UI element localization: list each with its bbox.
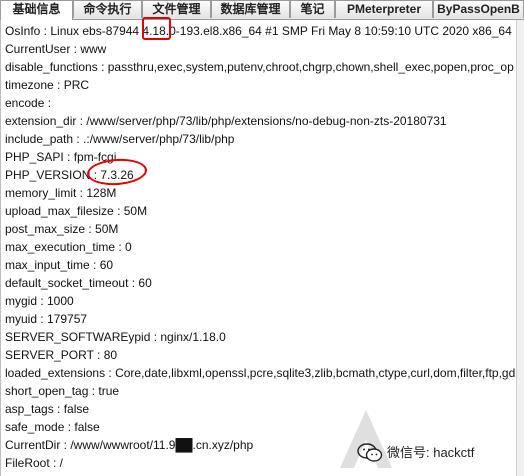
info-line-file-root: FileRoot : / xyxy=(5,456,64,470)
info-line-max-input-time: max_input_time : 60 xyxy=(5,258,114,272)
info-panel[interactable]: OsInfo : Linux ebs-87944 4.18.0-193.el8.… xyxy=(0,20,518,476)
tab-file-manager[interactable]: 文件管理 xyxy=(142,0,211,18)
info-line-safe-mode: safe_mode : false xyxy=(5,420,100,434)
info-line-osinfo: OsInfo : Linux ebs-87944 4.18.0-193.el8.… xyxy=(5,24,512,38)
tab-basic-info[interactable]: 基础信息 xyxy=(0,0,73,20)
info-line-encode: encode : xyxy=(5,96,52,110)
info-line-upload-max-filesize: upload_max_filesize : 50M xyxy=(5,204,148,218)
info-line-extension-dir: extension_dir : /www/server/php/73/lib/p… xyxy=(5,114,447,128)
info-line-memory-limit: memory_limit : 128M xyxy=(5,186,117,200)
tab-notes[interactable]: 笔记 xyxy=(290,0,335,18)
info-line-default-socket-timeout: default_socket_timeout : 60 xyxy=(5,276,152,290)
wechat-icon xyxy=(357,443,383,462)
info-line-current-user: CurrentUser : www xyxy=(5,42,107,56)
wechat-watermark: 微信号: hackctf xyxy=(357,442,475,464)
info-line-current-dir: CurrentDir : /www/wwwroot/11.9██.cn.xyz/… xyxy=(5,438,254,452)
info-line-include-path: include_path : .:/www/server/php/73/lib/… xyxy=(5,132,235,146)
info-line-asp-tags: asp_tags : false xyxy=(5,402,90,416)
info-line-server-port: SERVER_PORT : 80 xyxy=(5,348,118,362)
info-line-post-max-size: post_max_size : 50M xyxy=(5,222,119,236)
info-line-loaded-extensions: loaded_extensions : Core,date,libxml,ope… xyxy=(5,366,516,380)
tab-database-manager[interactable]: 数据库管理 xyxy=(211,0,290,18)
tab-bar: 基础信息 命令执行 文件管理 数据库管理 笔记 PMeterpreter ByP… xyxy=(0,0,524,20)
info-line-max-execution-time: max_execution_time : 0 xyxy=(5,240,132,254)
info-line-timezone: timezone : PRC xyxy=(5,78,90,92)
wechat-id-text: 微信号: hackctf xyxy=(387,445,475,460)
info-line-server-software: SERVER_SOFTWAREypid : nginx/1.18.0 xyxy=(5,330,226,344)
vertical-scrollbar[interactable] xyxy=(516,20,524,476)
tab-command-exec[interactable]: 命令执行 xyxy=(73,0,142,18)
info-line-disable-functions: disable_functions : passthru,exec,system… xyxy=(5,60,514,74)
tab-pmeterpreter[interactable]: PMeterpreter xyxy=(335,0,433,18)
info-line-mygid: mygid : 1000 xyxy=(5,294,74,308)
info-line-myuid: myuid : 179757 xyxy=(5,312,88,326)
kernel-version-highlight xyxy=(142,17,171,40)
tab-bypassopenb[interactable]: ByPassOpenB xyxy=(433,0,524,18)
info-line-short-open-tag: short_open_tag : true xyxy=(5,384,120,398)
